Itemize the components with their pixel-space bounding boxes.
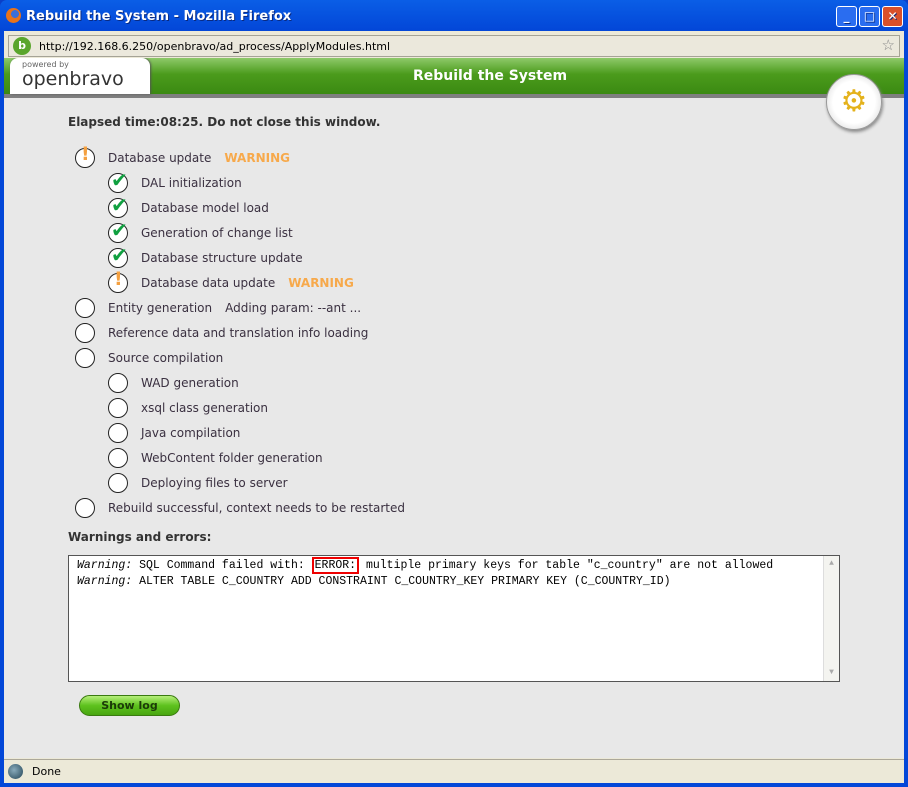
warnings-box[interactable]: Warning: SQL Command failed with: ERROR:… bbox=[68, 555, 840, 682]
error-highlight: ERROR: bbox=[311, 557, 360, 574]
warnings-label: Warnings and errors: bbox=[68, 530, 212, 544]
browser-window: Rebuild the System - Mozilla Firefox _ □… bbox=[0, 0, 908, 787]
step-item: DAL initialization bbox=[108, 168, 242, 194]
step-item: Database structure update bbox=[108, 243, 303, 269]
scroll-up-icon[interactable]: ▲ bbox=[824, 556, 839, 572]
in-progress-icon bbox=[75, 298, 95, 318]
url-text[interactable]: http://192.168.6.250/openbravo/ad_proces… bbox=[39, 40, 390, 53]
pending-circle-icon bbox=[75, 348, 95, 368]
step-label: Source compilation bbox=[108, 351, 224, 365]
step-item: Database update WARNING bbox=[75, 143, 290, 169]
title-bar: Rebuild the System - Mozilla Firefox _ □… bbox=[0, 0, 908, 32]
step-label: Reference data and translation info load… bbox=[108, 326, 369, 340]
bookmark-star-icon[interactable]: ☆ bbox=[882, 36, 895, 54]
close-button[interactable]: ✕ bbox=[882, 6, 903, 27]
elapsed-time: Elapsed time:08:25. Do not close this wi… bbox=[68, 115, 381, 129]
step-label: WAD generation bbox=[141, 376, 239, 390]
address-bar[interactable]: b http://192.168.6.250/openbravo/ad_proc… bbox=[8, 35, 900, 57]
step-label: Database structure update bbox=[141, 251, 303, 265]
step-label: Generation of change list bbox=[141, 226, 293, 240]
log-text: SQL Command failed with: bbox=[132, 559, 312, 572]
step-item: Deploying files to server bbox=[108, 472, 288, 494]
minimize-button[interactable]: _ bbox=[836, 6, 857, 27]
step-detail: Adding param: --ant ... bbox=[225, 301, 362, 315]
scroll-down-icon[interactable]: ▼ bbox=[824, 665, 839, 681]
step-label: Database update bbox=[108, 151, 212, 165]
step-label: Deploying files to server bbox=[141, 476, 288, 490]
maximize-button[interactable]: □ bbox=[859, 6, 880, 27]
pending-circle-icon bbox=[108, 423, 128, 443]
step-item: Database model load bbox=[108, 193, 269, 219]
step-label: Java compilation bbox=[141, 426, 241, 440]
step-item: Generation of change list bbox=[108, 218, 293, 244]
warning-icon bbox=[75, 143, 95, 168]
warning-prefix: Warning: bbox=[77, 559, 133, 572]
status-bar: Done bbox=[4, 759, 904, 783]
log-line: Warning: ALTER TABLE C_COUNTRY ADD CONST… bbox=[77, 574, 831, 590]
pending-circle-icon bbox=[75, 498, 95, 518]
client-area: b http://192.168.6.250/openbravo/ad_proc… bbox=[4, 31, 904, 783]
check-icon bbox=[108, 243, 128, 268]
step-label: DAL initialization bbox=[141, 176, 242, 190]
page-title: Rebuild the System bbox=[412, 68, 568, 84]
step-item: Entity generation Adding param: --ant ... bbox=[75, 297, 361, 319]
pending-circle-icon bbox=[75, 323, 95, 343]
step-label: Database data update bbox=[141, 276, 276, 290]
site-icon: b bbox=[13, 37, 31, 55]
globe-icon bbox=[8, 764, 23, 779]
step-item: WebContent folder generation bbox=[108, 447, 323, 469]
step-item: Rebuild successful, context needs to be … bbox=[75, 497, 405, 519]
warning-badge: WARNING bbox=[288, 276, 354, 290]
step-item: Database data update WARNING bbox=[108, 268, 354, 294]
pending-circle-icon bbox=[108, 448, 128, 468]
pending-circle-icon bbox=[108, 373, 128, 393]
step-item: Reference data and translation info load… bbox=[75, 322, 368, 344]
warning-prefix: Warning: bbox=[77, 575, 133, 588]
step-label: xsql class generation bbox=[141, 401, 268, 415]
check-icon bbox=[108, 218, 128, 243]
pending-circle-icon bbox=[108, 473, 128, 493]
step-item: Java compilation bbox=[108, 422, 240, 444]
log-text: multiple primary keys for table "c_count… bbox=[359, 559, 774, 572]
app-header: powered by openbravo Rebuild the System bbox=[4, 58, 904, 98]
firefox-icon bbox=[6, 8, 21, 23]
scrollbar[interactable]: ▲ ▼ bbox=[823, 556, 839, 681]
window-title: Rebuild the System - Mozilla Firefox bbox=[26, 8, 292, 24]
pending-circle-icon bbox=[108, 398, 128, 418]
show-log-button[interactable]: Show log bbox=[79, 695, 180, 716]
warning-badge: WARNING bbox=[224, 151, 290, 165]
step-label: WebContent folder generation bbox=[141, 451, 323, 465]
check-icon bbox=[108, 168, 128, 193]
step-label: Entity generation bbox=[108, 301, 213, 315]
page-content: powered by openbravo Rebuild the System … bbox=[4, 58, 904, 758]
step-item: xsql class generation bbox=[108, 397, 268, 419]
log-line: Warning: SQL Command failed with: ERROR:… bbox=[77, 557, 831, 574]
gears-icon: ⚙ bbox=[826, 74, 882, 130]
step-label: Rebuild successful, context needs to be … bbox=[108, 501, 406, 515]
step-label: Database model load bbox=[141, 201, 269, 215]
status-text: Done bbox=[32, 765, 61, 778]
step-item: WAD generation bbox=[108, 372, 239, 394]
warning-icon bbox=[108, 268, 128, 293]
log-text: ALTER TABLE C_COUNTRY ADD CONSTRAINT C_C… bbox=[132, 575, 671, 588]
check-icon bbox=[108, 193, 128, 218]
step-item: Source compilation bbox=[75, 347, 223, 369]
